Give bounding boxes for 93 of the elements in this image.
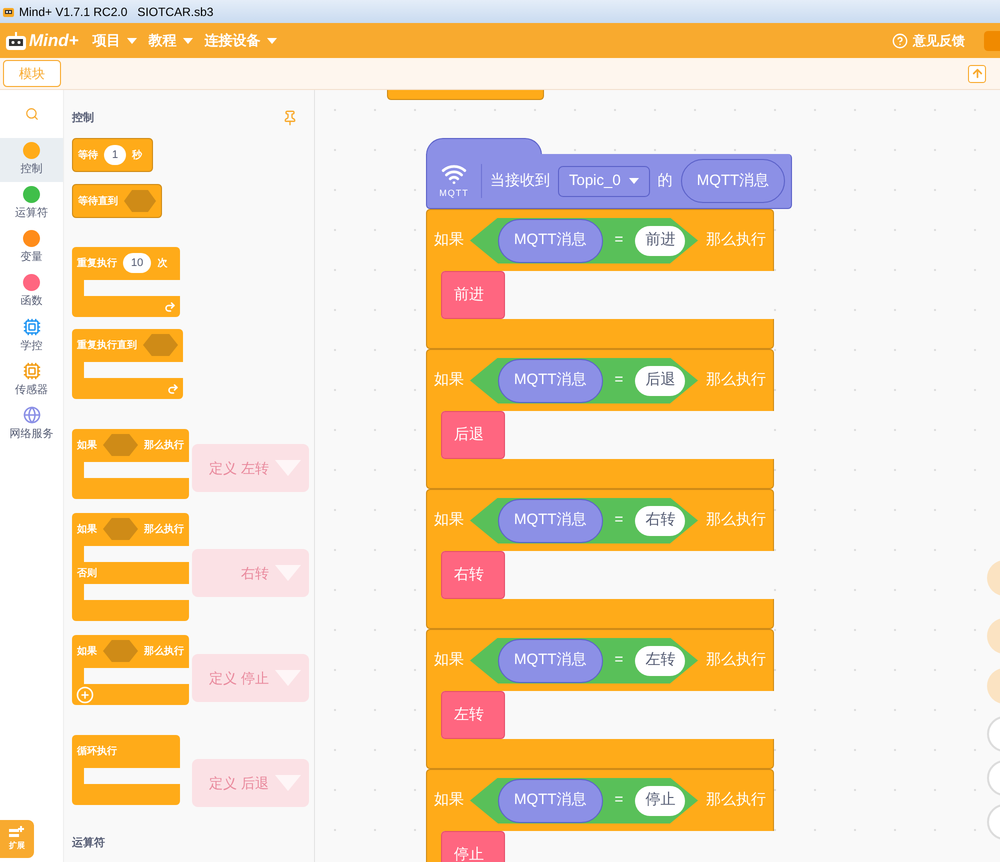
reporter-block[interactable]: MQTT消息 [498, 778, 602, 822]
caret-icon [628, 178, 639, 184]
loop-arrow-icon [164, 300, 176, 312]
block-label: 秒 [132, 148, 142, 162]
if-block[interactable]: 如果 MQTT消息 = 右转 那么执行 右转 [426, 489, 774, 629]
block-label: 那么执行 [706, 650, 766, 670]
value-input[interactable]: 前进 [635, 226, 686, 256]
block-label: 重复执行 [77, 256, 117, 270]
section-heading: 控制 [72, 110, 94, 126]
robot-logo-icon [5, 30, 27, 50]
search-icon[interactable] [24, 107, 38, 121]
caret-icon [266, 38, 277, 44]
wait-block[interactable]: 等待 1 秒 [72, 138, 153, 172]
reporter-block[interactable]: MQTT消息 [498, 358, 602, 402]
value-input[interactable]: 左转 [635, 646, 686, 676]
reporter-block[interactable]: MQTT消息 [680, 159, 786, 203]
globe-icon [22, 406, 40, 424]
reporter-block[interactable]: MQTT消息 [498, 638, 602, 682]
block-label: 重复执行直到 [77, 338, 137, 352]
topic-dropdown[interactable]: Topic_0 [558, 166, 650, 196]
ghost-block: 定义 后退 [192, 759, 309, 807]
value-input[interactable]: 右转 [635, 506, 686, 536]
ghost-block: 右转 [192, 549, 309, 597]
value-input[interactable]: 停止 [635, 786, 686, 816]
block-label: 那么执行 [144, 522, 184, 536]
reporter-block[interactable]: MQTT消息 [498, 218, 602, 262]
partial-block[interactable] [387, 90, 544, 100]
block-label: 那么执行 [706, 790, 766, 810]
block-label: 如果 [434, 370, 464, 390]
condition-block[interactable]: MQTT消息 = 后退 [470, 358, 698, 404]
block-label: 否则 [77, 566, 97, 580]
category-item[interactable]: 函数 [0, 270, 63, 314]
block-label: 如果 [434, 650, 464, 670]
caret-icon [182, 38, 193, 44]
extension-icon [9, 826, 25, 840]
block-label: 那么执行 [144, 438, 184, 452]
hat-block-top[interactable] [426, 138, 542, 155]
number-input[interactable]: 10 [123, 253, 152, 273]
window-title: Mind+ V1.7.1 RC2.0 SIOTCAR.sb3 [19, 4, 214, 20]
reporter-block[interactable]: MQTT消息 [498, 498, 602, 542]
condition-block[interactable]: MQTT消息 = 左转 [470, 638, 698, 684]
ghost-block: 定义 停止 [192, 654, 309, 702]
caret-icon [126, 38, 137, 44]
chip-icon [22, 362, 40, 380]
if-block[interactable]: 如果 MQTT消息 = 停止 那么执行 停止 [426, 769, 774, 862]
block-label: 次 [157, 256, 168, 270]
block-label: 那么执行 [144, 644, 184, 658]
operator-label: = [614, 370, 624, 390]
if-block[interactable]: 如果 MQTT消息 = 左转 那么执行 左转 [426, 629, 774, 769]
operator-label: = [614, 790, 624, 810]
category-item[interactable]: 传感器 [0, 358, 63, 402]
menu-button[interactable] [984, 30, 1000, 50]
condition-block[interactable]: MQTT消息 = 右转 [470, 498, 698, 544]
operator-label: = [614, 510, 624, 530]
chip-icon [22, 318, 40, 336]
block-label: 如果 [77, 644, 97, 658]
category-item[interactable]: 网络服务 [0, 402, 63, 446]
block-label: 那么执行 [706, 370, 766, 390]
loop-arrow-icon [167, 382, 179, 394]
category-item[interactable]: 变量 [0, 226, 63, 270]
section-heading: 运算符 [72, 836, 106, 851]
add-icon[interactable] [76, 686, 94, 704]
category-item[interactable]: 控制 [0, 138, 63, 182]
block-label: 那么执行 [706, 510, 766, 530]
icon-label: MQTT [439, 187, 469, 200]
condition-block[interactable]: MQTT消息 = 停止 [470, 778, 698, 824]
block-label: 等待直到 [78, 194, 118, 208]
if-block[interactable]: 如果 MQTT消息 = 前进 那么执行 前进 [426, 209, 774, 349]
block-label: 循环执行 [77, 744, 117, 758]
category-item[interactable]: 学控 [0, 314, 63, 358]
category-item[interactable]: 运算符 [0, 182, 63, 226]
block-label: 等待 [78, 148, 98, 162]
ghost-block: 定义 左转 [192, 444, 309, 492]
condition-block[interactable]: MQTT消息 = 前进 [470, 218, 698, 264]
upload-icon[interactable] [968, 64, 986, 82]
block-label: 如果 [77, 522, 97, 536]
number-input[interactable]: 1 [104, 145, 126, 165]
block-label: 那么执行 [706, 230, 766, 250]
block-label: 的 [658, 170, 673, 191]
operator-label: = [614, 650, 624, 670]
block-label: 如果 [434, 510, 464, 530]
operator-label: = [614, 230, 624, 250]
repeat-block[interactable]: 重复执行 10 次 [72, 247, 180, 317]
block-label: 如果 [77, 438, 97, 452]
pin-icon[interactable] [282, 110, 298, 126]
block-label: 如果 [434, 230, 464, 250]
logo-text: Mind+ [29, 30, 79, 52]
app-icon [2, 5, 15, 18]
help-icon [892, 32, 908, 48]
if-block[interactable]: 如果 MQTT消息 = 后退 那么执行 后退 [426, 349, 774, 489]
block-label: 如果 [434, 790, 464, 810]
value-input[interactable]: 后退 [635, 366, 686, 396]
block-label: 当接收到 [490, 170, 550, 191]
